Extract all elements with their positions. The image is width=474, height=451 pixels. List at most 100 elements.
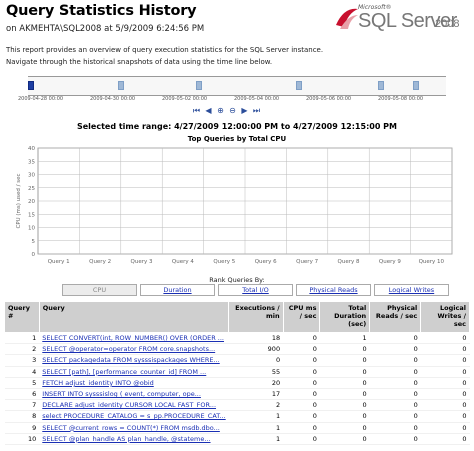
rank-total-io-button[interactable]: Total I/O [218, 284, 293, 296]
query-text-cell: SELECT @plan_handle AS plan_handle, @sta… [39, 433, 229, 445]
cpu-cell: 0 [283, 366, 320, 378]
timeline-snapshot-marker[interactable] [378, 81, 384, 90]
timeline-selected-marker[interactable] [28, 81, 34, 90]
sql-server-logo: Microsoft® SQL Server 2008 [318, 2, 468, 40]
y-tick-label: 20 [28, 199, 35, 205]
timeline-tick-label: 2009-05-08 00:00 [378, 96, 424, 102]
logical-writes-cell: 0 [420, 422, 470, 434]
x-tick-label: Query 9 [379, 259, 401, 265]
cpu-cell: 0 [283, 433, 320, 445]
logical-writes-cell: 0 [420, 399, 470, 412]
physical-reads-cell: 0 [369, 343, 421, 356]
rank-cpu-button[interactable]: CPU [62, 284, 137, 296]
top-queries-chart: 0 5 10 15 20 25 30 35 40 Query 1 Query 2 Query 3 Que… [16, 146, 453, 265]
query-number-cell: 1 [4, 332, 40, 345]
cpu-cell: 0 [283, 422, 320, 434]
y-tick-label: 25 [28, 186, 35, 192]
query-text-cell: INSERT INTO sysssislog ( event, computer… [39, 388, 229, 401]
chart-title: Top Queries by Total CPU [187, 135, 287, 143]
duration-cell: 0 [319, 399, 370, 412]
executions-cell: 55 [228, 366, 284, 378]
column-header-executions: Executions / min [228, 301, 284, 333]
duration-cell: 0 [319, 366, 370, 378]
physical-reads-cell: 0 [369, 433, 421, 445]
query-number-cell: 4 [4, 366, 40, 378]
query-link[interactable]: FETCH adjust_identity INTO @obid [42, 379, 153, 387]
executions-cell: 0 [228, 354, 284, 367]
sql-server-logo-icon [336, 8, 358, 29]
table-row: 8 select PROCEDURE_CATALOG = s_pp.PROCEDU… [4, 410, 470, 423]
cpu-cell: 0 [283, 332, 320, 345]
zoom-out-icon[interactable]: ⊖ [228, 106, 237, 116]
query-text-cell: FETCH adjust_identity INTO @obid [39, 377, 229, 389]
column-header-physical-reads: Physical Reads / sec [369, 301, 422, 333]
description-line: Navigate through the historical snapshot… [6, 58, 273, 66]
query-link[interactable]: SELECT CONVERT(int, ROW_NUMBER() OVER (O… [42, 334, 224, 342]
logo-version-text: 2008 [435, 18, 460, 30]
duration-cell: 0 [319, 343, 370, 356]
report-description: This report provides an overview of quer… [6, 44, 466, 68]
snapshot-timeline[interactable] [28, 76, 446, 96]
y-tick-label: 0 [32, 252, 36, 258]
rank-duration-button[interactable]: Duration [140, 284, 215, 296]
x-tick-label: Query 2 [89, 259, 111, 265]
rank-physical-reads-button[interactable]: Physical Reads [296, 284, 371, 296]
query-number-cell: 6 [4, 388, 40, 401]
table-header-row: Query # Query Executions / min CPU ms / … [4, 301, 470, 333]
logical-writes-cell: 0 [420, 366, 470, 378]
rank-logical-writes-button[interactable]: Logical Writes [374, 284, 449, 296]
table-row: 2 SELECT @operator=operator FROM core.sna… [4, 343, 470, 356]
rank-buttons: CPU Duration Total I/O Physical Reads Lo… [62, 284, 452, 297]
logical-writes-cell: 0 [420, 332, 470, 345]
logical-writes-cell: 0 [420, 388, 470, 401]
zoom-in-icon[interactable]: ⊕ [216, 106, 225, 116]
table-row: 5 FETCH adjust_identity INTO @obid 20 0 0 0 0 [4, 377, 470, 389]
column-header-logical-writes: Logical Writes / sec [420, 301, 470, 333]
x-tick-label: Query 10 [419, 259, 445, 265]
physical-reads-cell: 0 [369, 399, 421, 412]
cpu-cell: 0 [283, 399, 320, 412]
executions-cell: 18 [228, 332, 284, 345]
column-header-query-number: Query # [4, 301, 40, 333]
timeline-snapshot-marker[interactable] [118, 81, 124, 90]
last-icon[interactable]: ⏭ [252, 106, 261, 116]
executions-cell: 1 [228, 433, 284, 445]
query-link[interactable]: SELECT [path], [performance_counter_id] … [42, 368, 206, 376]
next-icon[interactable]: ▶ [240, 106, 249, 116]
physical-reads-cell: 0 [369, 422, 421, 434]
timeline-snapshot-marker[interactable] [196, 81, 202, 90]
first-icon[interactable]: ⏮ [192, 106, 201, 116]
duration-cell: 0 [319, 422, 370, 434]
column-header-query: Query [38, 301, 230, 333]
timeline-navigation: ⏮ ◀ ⊕ ⊖ ▶ ⏭ [192, 104, 261, 118]
query-text-cell: select PROCEDURE_CATALOG = s_pp.PROCEDUR… [39, 410, 229, 423]
query-link[interactable]: DECLARE adjust_identity CURSOR LOCAL FAS… [42, 401, 216, 409]
executions-cell: 1 [228, 422, 284, 434]
query-text-cell: SELECT CONVERT(int, ROW_NUMBER() OVER (O… [39, 332, 229, 345]
query-number-cell: 7 [4, 399, 40, 412]
table-row: 7 DECLARE adjust_identity CURSOR LOCAL FA… [4, 399, 470, 412]
query-text-cell: SELECT @operator=operator FROM core.snap… [39, 343, 229, 356]
query-text-cell: SELECT packagedata FROM sysssispackages … [39, 354, 229, 367]
previous-icon[interactable]: ◀ [204, 106, 213, 116]
duration-cell: 0 [319, 388, 370, 401]
report-subtitle: on AKMEHTA\SQL2008 at 5/9/2009 6:24:56 P… [6, 24, 205, 34]
query-link[interactable]: SELECT packagedata FROM sysssispackages … [42, 356, 219, 364]
executions-cell: 20 [228, 377, 284, 389]
physical-reads-cell: 0 [369, 366, 421, 378]
timeline-snapshot-marker[interactable] [296, 81, 302, 90]
y-tick-label: 5 [32, 239, 36, 245]
query-link[interactable]: INSERT INTO sysssislog ( event, computer… [42, 390, 201, 398]
duration-cell: 0 [319, 410, 370, 423]
query-link[interactable]: SELECT @plan_handle AS plan_handle, @sta… [42, 435, 210, 443]
timeline-tick-label: 2009-05-06 00:00 [306, 96, 352, 102]
timeline-snapshot-marker[interactable] [413, 81, 419, 90]
x-tick-label: Query 7 [296, 259, 318, 265]
table-row: 3 SELECT packagedata FROM sysssispackages… [4, 354, 470, 367]
query-link[interactable]: SELECT @operator=operator FROM core.snap… [42, 345, 215, 353]
query-link[interactable]: SELECT @current_rows = COUNT(*) FROM msd… [42, 424, 220, 432]
physical-reads-cell: 0 [369, 332, 421, 345]
query-link[interactable]: select PROCEDURE_CATALOG = s_pp.PROCEDUR… [42, 412, 225, 420]
table-row: 1 SELECT CONVERT(int, ROW_NUMBER() OVER (… [4, 332, 470, 345]
query-number-cell: 2 [4, 343, 40, 356]
